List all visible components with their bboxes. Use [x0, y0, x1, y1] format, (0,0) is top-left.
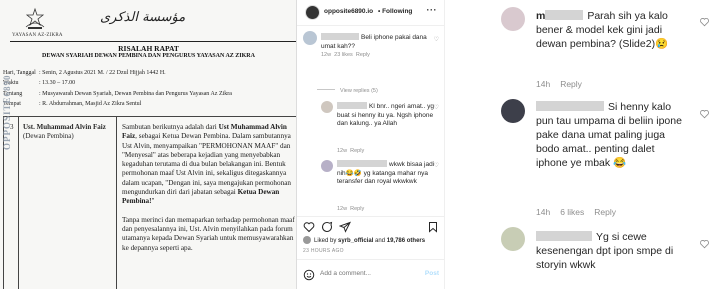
comment-likes[interactable]: 6 likes	[560, 207, 584, 217]
heart-icon[interactable]: ♡	[434, 162, 439, 169]
comment-meta: 12w Reply	[337, 206, 364, 212]
avatar[interactable]	[501, 227, 525, 251]
comment-likes[interactable]: 23 likes	[334, 52, 353, 58]
heart-icon[interactable]: ♡	[434, 36, 439, 43]
share-send-icon[interactable]	[338, 220, 351, 233]
minutes-text: Sambutan berikutnya adalah dari Ust Muha…	[122, 123, 296, 262]
post-header: opposite6890.io • Following ···	[297, 0, 445, 26]
speaker-role: (Dewan Pembina)	[23, 132, 74, 140]
following-button[interactable]: • Following	[378, 8, 412, 15]
table-column-divider	[18, 117, 19, 289]
document-subtitle: DEWAN SYARIAH DEWAN PEMBINA DAN PENGURUS…	[42, 53, 255, 59]
reply-button[interactable]: Reply	[350, 206, 364, 212]
minutes-paragraph: Sambutan berikutnya adalah dari Ust Muha…	[122, 123, 296, 207]
text-run: and	[373, 238, 387, 244]
ellipsis-icon[interactable]: ···	[427, 5, 438, 15]
meta-value: : 13.30 – 17.00	[39, 79, 76, 86]
comment-time: 14h	[536, 207, 551, 217]
post-username[interactable]: opposite6890.io	[324, 8, 373, 15]
post-actions-bar	[297, 216, 445, 234]
liked-by-line: Liked by syrb_official and 19,786 others	[303, 236, 425, 244]
meta-row-place: Tempat : R. Abdurrahman, Masjid Az Zikra…	[3, 100, 296, 110]
document-title: RISALAH RAPAT	[118, 44, 179, 53]
instagram-post-panel: opposite6890.io • Following ··· Beli iph…	[297, 0, 445, 289]
comments-panel: m Parah sih ya kalo bener & model kek gin…	[446, 0, 720, 289]
redacted-username	[337, 160, 387, 167]
speaker-cell: Ust. Muhammad Alvin Faiz (Dewan Pembina)	[23, 123, 113, 141]
minutes-table: 3 Ust. Muhammad Alvin Faiz (Dewan Pembin…	[3, 116, 296, 289]
text-run: "	[151, 197, 155, 206]
reply-button[interactable]: Reply	[356, 52, 370, 58]
heart-icon[interactable]	[699, 236, 710, 249]
comment-text: wkwk bisaa jadi nih😂🤣 yg katanga mahar n…	[337, 160, 437, 187]
redacted-username	[536, 231, 592, 241]
comment-time: 14h	[536, 79, 551, 89]
avatar[interactable]	[305, 5, 320, 20]
meta-row-time: Waktu : 13.30 – 17.00	[3, 79, 296, 89]
post-button[interactable]: Post	[425, 270, 439, 277]
header-divider	[10, 41, 296, 42]
comment-time: 12w	[321, 52, 332, 58]
avatar[interactable]	[321, 101, 333, 113]
add-comment-bar: Post	[297, 259, 445, 289]
view-replies-button[interactable]: View replies (5)	[317, 88, 378, 94]
reply-button[interactable]: Reply	[350, 148, 364, 154]
heart-icon[interactable]	[699, 106, 710, 119]
avatar[interactable]	[321, 160, 333, 172]
comment-username[interactable]: m	[536, 10, 545, 22]
speaker-name: Ust. Muhammad Alvin Faiz	[23, 123, 106, 131]
meta-row-topic: Tentang : Musyawarah Dewan Syariah, Dewa…	[3, 90, 296, 100]
reply-button[interactable]: Reply	[594, 207, 616, 217]
comment-meta: 14h Reply	[536, 79, 592, 89]
arabic-logo-text: مؤسسة الذكرى	[100, 10, 186, 25]
text-run: Liked by	[314, 238, 339, 244]
text-run: Sambutan berikutnya adalah dari	[122, 123, 219, 131]
post-timestamp: 23 HOURS AGO	[303, 248, 344, 254]
meta-value: : Senin, 2 Agustus 2021 M. / 22 Dzul Hij…	[39, 70, 166, 76]
redacted-username	[545, 10, 584, 20]
foundation-seal-icon	[22, 6, 48, 32]
add-comment-input[interactable]	[320, 270, 405, 277]
comment-meta: 12w 23 likes Reply	[321, 52, 370, 58]
liked-by-user-link[interactable]: syrb_official	[338, 238, 373, 244]
comment-body: Si henny kalo pun tau umpama di beliin i…	[536, 101, 682, 169]
avatar[interactable]	[501, 7, 525, 31]
redacted-username	[321, 33, 359, 40]
minutes-paragraph: Tanpa merinci dan memaparkan terhadap pe…	[122, 215, 295, 252]
foundation-name: YAYASAN AZ-ZIKRA	[12, 33, 63, 38]
view-replies-label: View replies (5)	[340, 88, 378, 94]
comment-bubble-icon[interactable]	[321, 220, 333, 232]
meeting-details: Hari, Tanggal : Senin, 2 Agustus 2021 M.…	[3, 69, 296, 110]
meta-value: : Musyawarah Dewan Syariah, Dewan Pembin…	[39, 91, 232, 97]
liked-by-count-link[interactable]: 19,786 others	[387, 238, 425, 244]
watermark: OPPOSITE6890	[2, 74, 12, 150]
comment-meta: 12w Reply	[337, 148, 364, 154]
comment-meta: 14h 6 likes Reply	[536, 207, 626, 217]
redacted-username	[536, 101, 604, 111]
redacted-username	[337, 102, 367, 109]
comment-time: 12w	[337, 148, 348, 154]
meeting-minutes-document: YAYASAN AZ-ZIKRA مؤسسة الذكرى RISALAH RA…	[0, 0, 297, 289]
avatar[interactable]	[303, 31, 317, 45]
comment-text: Beli iphone pakai dana umat kah??	[321, 33, 439, 51]
reply-button[interactable]: Reply	[560, 79, 582, 89]
comment-text: Kl bnr.. ngeri amat.. yg buat si henny i…	[337, 102, 437, 129]
meta-value: : R. Abdurrahman, Masjid Az Zikra Sentul	[39, 100, 142, 107]
table-column-divider	[116, 117, 117, 289]
like-heart-icon[interactable]	[303, 220, 315, 233]
avatar[interactable]	[501, 99, 525, 123]
emoji-icon[interactable]	[303, 268, 315, 281]
text-run: , sebagai Ketua Dewan Pembina. Dalam sam…	[122, 132, 291, 197]
meta-row-date: Hari, Tanggal : Senin, 2 Agustus 2021 M.…	[3, 69, 296, 79]
comment-time: 12w	[337, 206, 348, 212]
heart-icon[interactable]	[699, 14, 710, 27]
avatar	[303, 236, 311, 244]
comment-text: Si henny kalo pun tau umpama di beliin i…	[536, 100, 686, 170]
comment-text: m Parah sih ya kalo bener & model kek gin…	[536, 9, 686, 51]
comment-text: Yg si cewe kesenengan dpt ipon smpe di s…	[536, 230, 686, 272]
bookmark-icon[interactable]	[427, 220, 439, 233]
heart-icon[interactable]: ♡	[434, 104, 439, 111]
